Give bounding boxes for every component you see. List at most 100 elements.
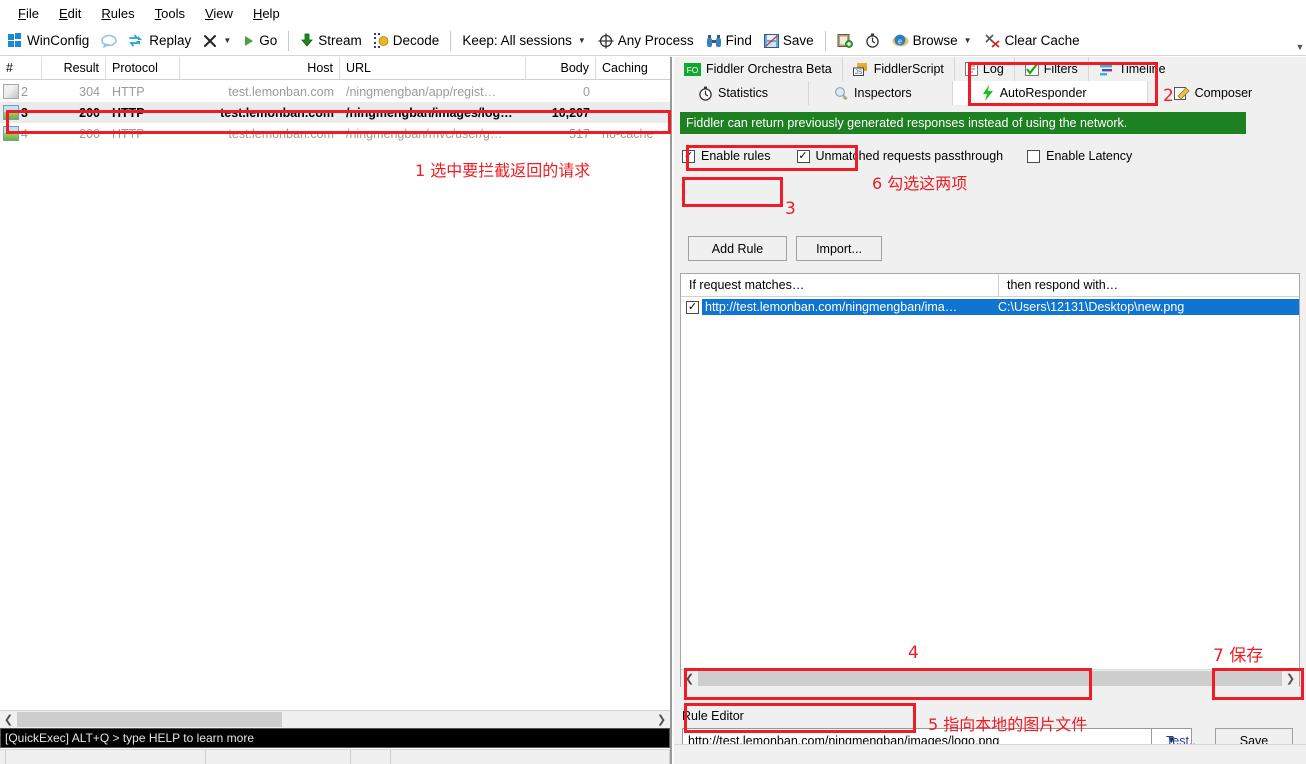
tab-log[interactable]: Log: [954, 57, 1015, 81]
scroll-right-icon[interactable]: ❯: [653, 711, 670, 728]
chevron-down-icon-3[interactable]: ▼: [964, 36, 972, 45]
tab-label: Filters: [1043, 62, 1078, 76]
banner-text: Fiddler can return previously generated …: [686, 116, 1128, 130]
any-process-button[interactable]: Any Process: [592, 31, 700, 51]
save-button[interactable]: Save: [758, 31, 820, 50]
add-rule-label: Add Rule: [711, 241, 764, 256]
windows-icon: [8, 33, 23, 48]
tab-fiddlerscript[interactable]: JS FiddlerScript: [842, 57, 955, 81]
menu-edit[interactable]: Edit: [49, 4, 91, 23]
scroll-left-icon[interactable]: ❮: [0, 711, 17, 728]
decode-icon: [373, 33, 389, 48]
remove-button[interactable]: ▼: [197, 32, 237, 50]
unmatched-passthrough-checkbox[interactable]: ✓ Unmatched requests passthrough: [796, 149, 1003, 163]
scroll-right-icon[interactable]: ❯: [1282, 669, 1299, 687]
svg-text:JS: JS: [854, 69, 862, 76]
autoresponder-pane: FO Fiddler Orchestra Beta JS FiddlerScri…: [674, 57, 1306, 764]
scroll-left-icon[interactable]: ❮: [681, 669, 698, 687]
checkbox-icon-unchecked[interactable]: [1027, 149, 1041, 163]
table-row[interactable]: 2 304 HTTP test.lemonban.com /ningmengba…: [0, 81, 670, 102]
session-list-hscrollbar[interactable]: ❮ ❯: [0, 710, 670, 728]
cell-result: 200: [79, 126, 100, 141]
stream-button[interactable]: Stream: [294, 31, 368, 50]
clear-cache-button[interactable]: Clear Cache: [978, 31, 1086, 50]
tab-label: Timeline: [1118, 62, 1166, 76]
menu-rules[interactable]: Rules: [91, 4, 144, 23]
col-header-host[interactable]: Host: [180, 57, 340, 79]
tab-filters[interactable]: Filters: [1014, 57, 1089, 81]
menu-view[interactable]: View: [195, 4, 243, 23]
col-header-body[interactable]: Body: [526, 57, 596, 79]
find-button[interactable]: Find: [700, 31, 758, 50]
tab-fiddler-orchestra[interactable]: FO Fiddler Orchestra Beta: [674, 57, 843, 81]
rules-grid[interactable]: If request matches… then respond with… ✓…: [680, 273, 1300, 687]
rules-col-header-respond[interactable]: then respond with…: [999, 274, 1299, 296]
checkbox-icon-checked[interactable]: ✓: [682, 149, 695, 163]
toolbar-separator-2: [450, 30, 452, 51]
status-bar-left: [0, 749, 670, 764]
col-header-protocol[interactable]: Protocol: [106, 57, 180, 79]
hscroll-track[interactable]: [698, 669, 1282, 687]
tab-timeline[interactable]: Timeline: [1088, 57, 1176, 81]
timer-button[interactable]: [859, 31, 886, 50]
comment-button[interactable]: [95, 32, 123, 50]
replay-button[interactable]: Replay: [123, 31, 197, 50]
scroll-up-indicator[interactable]: ▼: [1294, 26, 1306, 52]
quickexec-bar[interactable]: [QuickExec] ALT+Q > type HELP to learn m…: [0, 728, 670, 748]
clear-cache-label: Clear Cache: [1004, 33, 1080, 48]
image-icon: [3, 126, 19, 141]
hscroll-thumb[interactable]: [698, 670, 1282, 686]
add-rule-button[interactable]: Add Rule: [688, 236, 787, 261]
col-header-caching[interactable]: Caching: [596, 57, 668, 79]
rules-col-header-match[interactable]: If request matches…: [681, 274, 999, 296]
menu-help[interactable]: Help: [243, 4, 290, 23]
hscroll-track[interactable]: [17, 711, 653, 728]
menu-file[interactable]: File: [8, 4, 49, 23]
cell-num: 2: [21, 84, 28, 99]
enable-rules-checkbox[interactable]: ✓ Enable rules: [682, 149, 771, 163]
enable-rules-label: Enable rules: [701, 149, 771, 163]
enable-latency-checkbox[interactable]: Enable Latency: [1027, 149, 1132, 163]
col-header-num[interactable]: #: [0, 57, 42, 79]
checkbox-icon-checked[interactable]: ✓: [796, 149, 810, 163]
rule-editor-label: Rule Editor: [682, 709, 744, 723]
decode-button[interactable]: Decode: [368, 31, 446, 50]
menu-tools[interactable]: Tools: [145, 4, 195, 23]
toolbar: WinConfig Replay ▼ Go Stream Decode Keep…: [0, 26, 1306, 56]
go-button[interactable]: Go: [237, 31, 283, 50]
rule-enabled-checkbox[interactable]: ✓: [686, 300, 699, 314]
browse-button[interactable]: e Browse ▼: [886, 31, 978, 50]
col-header-result[interactable]: Result: [42, 57, 106, 79]
browser-e-icon: e: [892, 34, 909, 47]
session-list-header: # Result Protocol Host URL Body Caching: [0, 57, 670, 80]
table-row[interactable]: 4 200 HTTP test.lemonban.com /ningmengba…: [0, 123, 670, 144]
table-row-selected[interactable]: 3 200 HTTP test.lemonban.com /ningmengba…: [0, 102, 670, 123]
cell-result: 200: [79, 105, 100, 120]
tab-label: FiddlerScript: [873, 62, 944, 76]
save-label: Save: [782, 33, 814, 48]
stopwatch-icon: [865, 33, 879, 48]
tab-statistics[interactable]: Statistics: [674, 81, 810, 105]
tab-label: AutoResponder: [999, 86, 1087, 100]
cell-protocol: HTTP: [112, 126, 145, 141]
autoresponder-options-row: ✓ Enable rules ✓ Unmatched requests pass…: [682, 145, 1282, 167]
winconfig-button[interactable]: WinConfig: [2, 31, 95, 50]
tab-autoresponder[interactable]: AutoResponder: [952, 81, 1148, 105]
tab-strip-row-2: Statistics Inspectors AutoResponder Comp…: [674, 81, 1306, 105]
import-button[interactable]: Import...: [796, 236, 882, 261]
tab-label: Statistics: [718, 86, 769, 100]
cell-result: 304: [79, 84, 100, 99]
decode-label: Decode: [392, 33, 440, 48]
new-session-button[interactable]: [831, 31, 859, 50]
hscroll-thumb[interactable]: [17, 712, 282, 727]
rules-grid-hscrollbar[interactable]: ❮ ❯: [681, 669, 1299, 687]
tab-composer[interactable]: Composer: [1147, 81, 1263, 105]
svg-text:FO: FO: [687, 65, 699, 75]
status-seg-4: [391, 749, 670, 764]
col-header-url[interactable]: URL: [340, 57, 526, 79]
rule-row[interactable]: ✓ http://test.lemonban.com/ningmengban/i…: [681, 297, 1299, 317]
chevron-down-icon[interactable]: ▼: [223, 36, 231, 45]
tab-inspectors[interactable]: Inspectors: [809, 81, 953, 105]
chevron-down-icon-2[interactable]: ▼: [578, 36, 586, 45]
keep-sessions-dropdown[interactable]: Keep: All sessions ▼: [456, 31, 591, 50]
